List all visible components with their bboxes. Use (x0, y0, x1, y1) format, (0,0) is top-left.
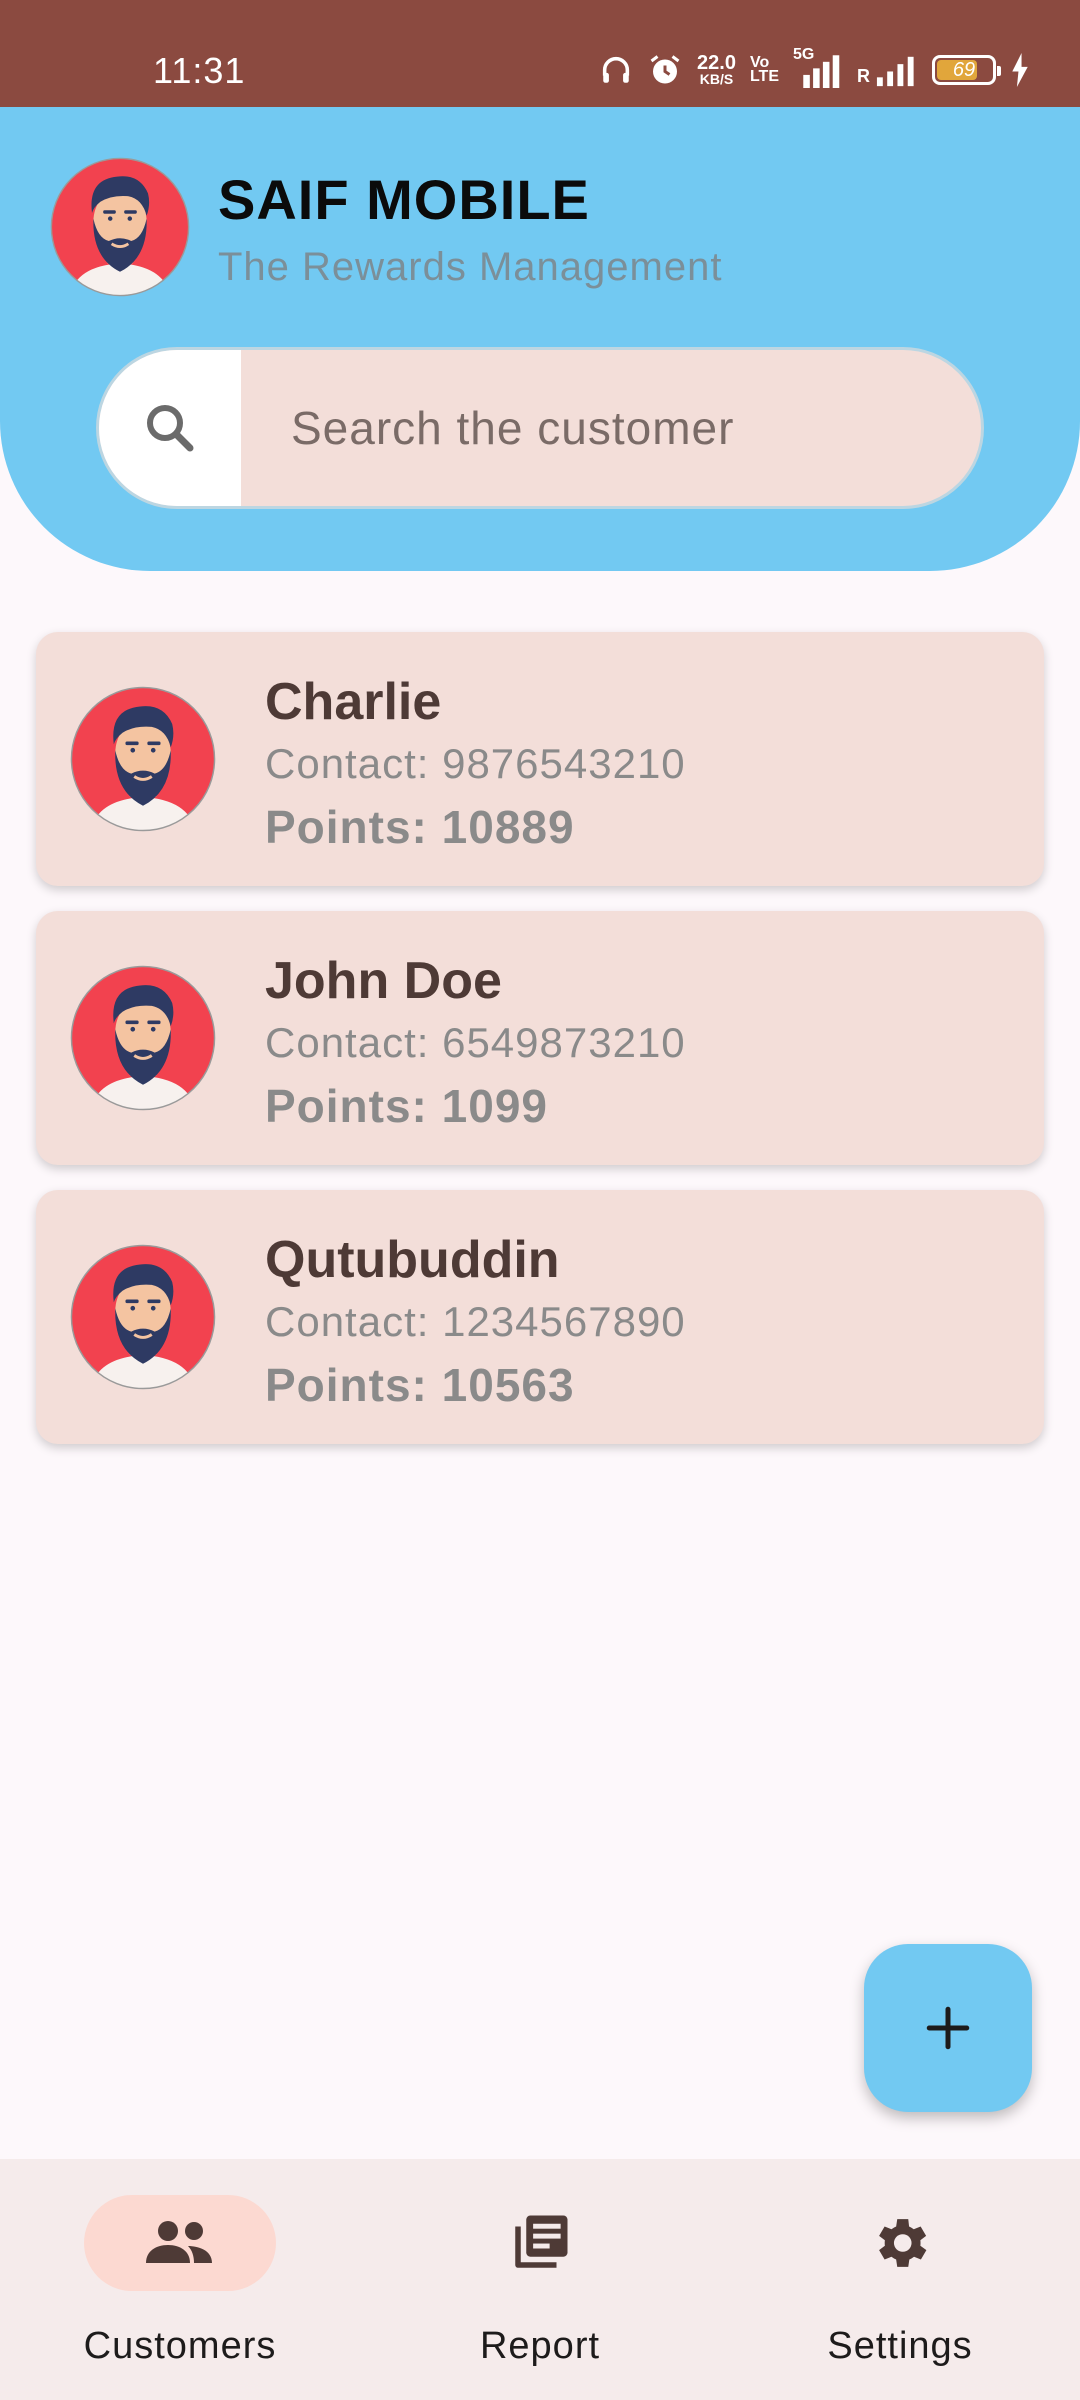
plus-icon (926, 2006, 970, 2050)
people-icon (146, 2221, 212, 2263)
customer-card[interactable]: Charlie Contact: 9876543210 Points: 1088… (36, 632, 1044, 886)
volte-bottom: LTE (749, 68, 779, 85)
nav-indicator (84, 2195, 276, 2291)
net-speed-value: 22.0 (697, 51, 736, 74)
customer-points: Points: 10563 (265, 1359, 575, 1411)
nav-label: Report (479, 2325, 601, 2367)
header: SAIF MOBILE The Rewards Management (0, 107, 1080, 571)
customer-avatar (70, 965, 216, 1111)
charging-icon (1010, 53, 1030, 87)
customer-avatar (70, 1244, 216, 1390)
customer-points: Points: 1099 (265, 1080, 548, 1132)
nav-item-settings[interactable]: Settings (720, 2159, 1080, 2400)
battery-level: 69 (952, 58, 976, 81)
volte-indicator: Vo LTE (749, 54, 779, 85)
roaming-label: R (857, 66, 870, 86)
customer-card[interactable]: John Doe Contact: 6549873210 Points: 109… (36, 911, 1044, 1165)
alarm-icon (647, 52, 683, 88)
signal-roaming-icon: R (857, 53, 918, 87)
customer-name: Charlie (265, 673, 442, 731)
customer-contact: Contact: 9876543210 (265, 740, 686, 787)
signal-icon: 5G (793, 46, 843, 88)
nav-label: Customers (83, 2325, 277, 2367)
search-bar[interactable] (96, 347, 984, 509)
search-icon[interactable] (99, 350, 241, 506)
add-customer-button[interactable] (864, 1944, 1032, 2112)
status-icons: 22.0 KB/S Vo LTE 5G R 69 (599, 46, 1030, 92)
customer-name: Qutubuddin (265, 1231, 560, 1289)
nav-indicator (804, 2195, 996, 2291)
status-time: 11:31 (153, 50, 246, 91)
customer-list: Charlie Contact: 9876543210 Points: 1088… (36, 632, 1044, 1469)
customer-contact: Contact: 1234567890 (265, 1298, 686, 1345)
nav-item-report[interactable]: Report (360, 2159, 720, 2400)
customer-points: Points: 10889 (265, 801, 575, 853)
gear-icon (879, 2219, 927, 2267)
headphones-icon (599, 53, 633, 87)
net-speed-unit: KB/S (699, 70, 734, 87)
report-icon (515, 2215, 568, 2268)
battery-icon: 69 (932, 55, 1001, 85)
customer-contact: Contact: 6549873210 (265, 1019, 686, 1066)
nav-label: Settings (827, 2325, 973, 2367)
nav-indicator (444, 2195, 636, 2291)
customer-card[interactable]: Qutubuddin Contact: 1234567890 Points: 1… (36, 1190, 1044, 1444)
app-subtitle: The Rewards Management (218, 245, 723, 289)
customer-avatar (70, 686, 216, 832)
status-bar: 11:31 22.0 KB/S Vo LTE 5G R 69 (0, 0, 1080, 107)
net-speed: 22.0 KB/S (697, 51, 736, 87)
app-title: SAIF MOBILE (218, 168, 590, 231)
network-type: 5G (793, 46, 815, 63)
bottom-nav: Customers Report Settings (0, 2159, 1080, 2400)
search-input[interactable] (241, 350, 941, 506)
customer-name: John Doe (265, 952, 502, 1010)
app-avatar (50, 157, 190, 297)
nav-item-customers[interactable]: Customers (0, 2159, 360, 2400)
